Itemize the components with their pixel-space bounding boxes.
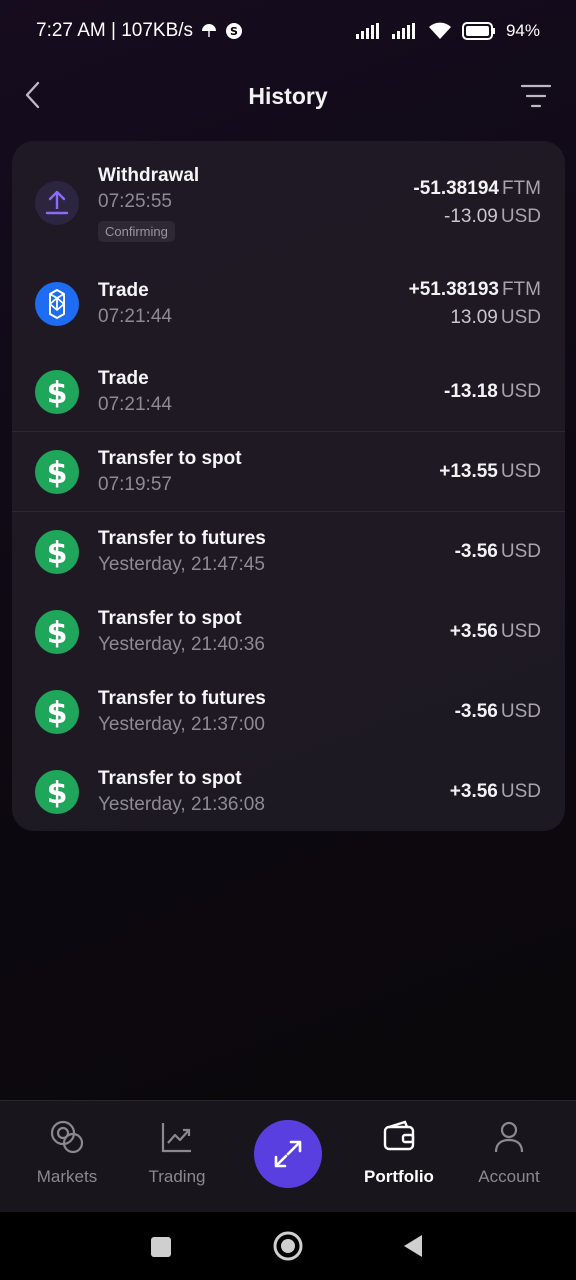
transaction-row[interactable]: Withdrawal 07:25:55 Confirming -51.38194…	[12, 151, 565, 255]
signal-icon-2	[391, 23, 418, 39]
transaction-title: Transfer to spot	[98, 447, 242, 469]
dollar-icon: $	[35, 610, 79, 654]
transaction-row[interactable]: $ Transfer to spot Yesterday, 21:40:36 +…	[12, 592, 565, 672]
nav-account[interactable]: Account	[454, 1119, 564, 1187]
transaction-time: 07:19:57	[98, 473, 172, 495]
coins-icon	[50, 1120, 84, 1154]
svg-text:$: $	[47, 456, 68, 491]
wallet-icon	[383, 1120, 415, 1151]
bottom-nav: Markets Trading Portfolio Account	[0, 1100, 576, 1212]
transaction-time: Yesterday, 21:36:08	[98, 794, 265, 815]
currency-label: USD	[500, 621, 541, 642]
system-nav-bar	[0, 1212, 576, 1280]
swap-arrows-icon	[274, 1140, 302, 1168]
circle-icon	[273, 1231, 303, 1261]
battery-icon	[461, 22, 496, 40]
currency-label: USD	[500, 380, 541, 402]
transaction-amount: -51.38194 FTM	[413, 178, 541, 199]
transaction-amount: -13.18 USD	[444, 380, 541, 402]
chart-line-icon	[161, 1123, 191, 1153]
transaction-title: Transfer to futures	[98, 688, 266, 709]
square-icon	[151, 1237, 171, 1257]
nav-portfolio[interactable]: Portfolio	[344, 1119, 454, 1187]
currency-label: FTM	[501, 178, 541, 199]
transaction-title: Trade	[98, 367, 149, 389]
wifi-icon	[428, 22, 452, 40]
dollar-icon: $	[35, 690, 79, 734]
nav-label: Portfolio	[364, 1167, 434, 1186]
transaction-usd-value: -13.09 USD	[444, 206, 541, 227]
transaction-usd-value: 13.09 USD	[450, 306, 541, 328]
svg-text:$: $	[47, 616, 68, 651]
filter-button[interactable]	[520, 82, 552, 110]
currency-label: USD	[500, 701, 541, 722]
status-badge: Confirming	[98, 220, 175, 242]
transaction-title: Transfer to futures	[98, 528, 266, 549]
transaction-row[interactable]: $ Transfer to futures Yesterday, 21:47:4…	[12, 512, 565, 592]
nav-markets[interactable]: Markets	[12, 1119, 122, 1187]
transaction-row[interactable]: $ Trade 07:21:44 -13.18 USD	[12, 352, 565, 432]
currency-label: USD	[500, 206, 541, 227]
transaction-time: 07:21:44	[98, 305, 172, 327]
battery-percent: 94%	[505, 21, 540, 40]
svg-text:S: S	[230, 25, 238, 38]
currency-label: USD	[500, 781, 541, 802]
nav-label: Trading	[148, 1167, 206, 1186]
transaction-amount: -3.56 USD	[454, 541, 541, 562]
system-back-button[interactable]	[402, 1234, 424, 1263]
signal-icon	[355, 23, 382, 39]
dollar-icon: $	[35, 530, 79, 574]
page-title: History	[248, 82, 328, 109]
transaction-time: Yesterday, 21:37:00	[98, 714, 265, 735]
transaction-row[interactable]: $ Transfer to spot Yesterday, 21:36:08 +…	[12, 752, 565, 832]
transaction-time: 07:21:44	[98, 393, 172, 415]
currency-label: USD	[500, 541, 541, 562]
nav-label: Account	[478, 1167, 540, 1186]
history-list: Withdrawal 07:25:55 Confirming -51.38194…	[12, 141, 565, 831]
nav-trading[interactable]: Trading	[122, 1119, 232, 1187]
svg-text:$: $	[47, 776, 68, 811]
transaction-title: Transfer to spot	[98, 768, 242, 789]
status-time-speed: 7:27 AM | 107KB/s	[36, 20, 194, 41]
currency-label: USD	[500, 460, 541, 482]
chevron-left-icon	[25, 81, 40, 109]
currency-label: FTM	[501, 278, 541, 300]
home-button[interactable]	[272, 1230, 304, 1267]
transaction-amount: +3.56 USD	[449, 621, 541, 642]
transaction-time: 07:25:55	[98, 190, 172, 212]
transaction-amount: +51.38193 FTM	[408, 278, 541, 300]
transaction-amount: +13.55 USD	[439, 460, 541, 482]
umbrella-icon	[201, 23, 217, 39]
transaction-amount: -3.56 USD	[454, 701, 541, 722]
back-button[interactable]	[22, 80, 46, 110]
dollar-icon: $	[35, 770, 79, 814]
svg-text:$: $	[47, 376, 68, 411]
currency-label: USD	[500, 306, 541, 328]
nav-label: Markets	[36, 1167, 98, 1186]
svg-text:$: $	[47, 536, 68, 571]
dollar-icon: $	[35, 449, 79, 494]
transaction-time: Yesterday, 21:47:45	[98, 554, 265, 575]
filter-icon	[520, 84, 552, 108]
triangle-back-icon	[404, 1235, 422, 1257]
swap-button[interactable]	[254, 1120, 322, 1188]
status-bar: 7:27 AM | 107KB/s S 94%	[0, 0, 576, 62]
dollar-icon: $	[35, 369, 79, 414]
header: History	[0, 62, 576, 130]
transaction-title: Withdrawal	[98, 164, 200, 186]
fantom-icon	[35, 281, 79, 326]
recents-button[interactable]	[150, 1236, 172, 1263]
user-icon	[494, 1121, 524, 1153]
upload-arrow-icon	[35, 181, 79, 225]
svg-text:$: $	[47, 696, 68, 731]
s-badge-icon: S	[225, 22, 243, 40]
transaction-row[interactable]: Trade 07:21:44 +51.38193 FTM 13.09 USD	[12, 255, 565, 352]
transaction-row[interactable]: $ Transfer to spot 07:19:57 +13.55 USD	[12, 432, 565, 512]
transaction-title: Trade	[98, 279, 149, 301]
transaction-title: Transfer to spot	[98, 608, 242, 629]
transaction-amount: +3.56 USD	[449, 781, 541, 802]
transaction-time: Yesterday, 21:40:36	[98, 634, 265, 655]
transaction-row[interactable]: $ Transfer to futures Yesterday, 21:37:0…	[12, 672, 565, 752]
